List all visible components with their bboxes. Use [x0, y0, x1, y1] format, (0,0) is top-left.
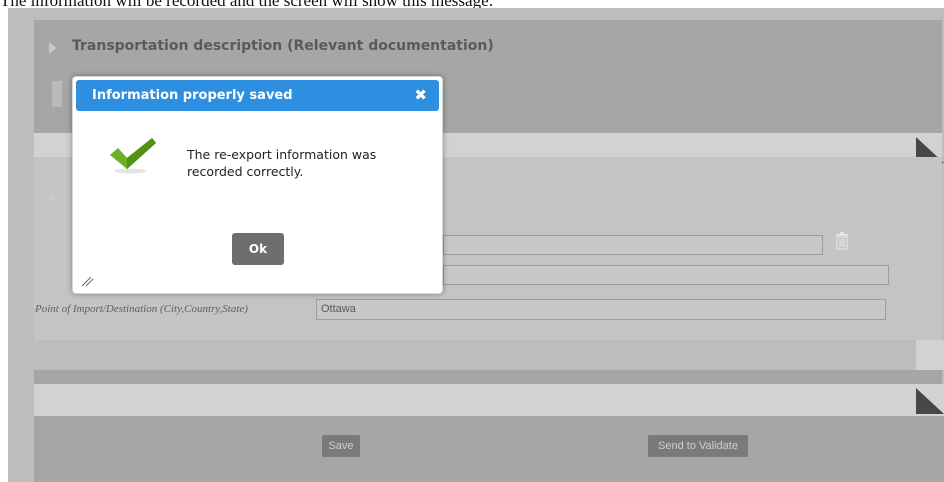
- text-field-2[interactable]: [443, 265, 889, 285]
- check-icon: [110, 138, 156, 174]
- close-icon[interactable]: ✖: [414, 88, 427, 103]
- point-of-import-field[interactable]: Ottawa: [316, 299, 886, 320]
- action-bar: [34, 416, 944, 482]
- section-divider-dark: [34, 370, 942, 384]
- ok-button[interactable]: Ok: [232, 233, 284, 265]
- info-saved-dialog: Information properly saved ✖ The re-expo…: [72, 76, 443, 294]
- expand-arrow-icon[interactable]: [49, 42, 57, 54]
- dialog-header: Information properly saved ✖: [76, 80, 439, 111]
- save-button[interactable]: Save: [322, 435, 360, 457]
- dialog-title: Information properly saved: [92, 88, 293, 103]
- corner-triangle-icon: [916, 388, 944, 414]
- section-divider-strip: [916, 340, 944, 370]
- section-button-stub: [52, 81, 62, 107]
- point-of-import-label: Point of Import/Destination (City,Countr…: [35, 303, 248, 315]
- send-to-validate-button[interactable]: Send to Validate: [648, 435, 748, 457]
- section-divider-strip: [34, 384, 944, 416]
- text-field-1[interactable]: [443, 235, 823, 255]
- trash-icon[interactable]: [835, 232, 849, 250]
- dialog-message: The re-export information was recorded c…: [187, 147, 377, 179]
- expand-arrow-icon[interactable]: [49, 192, 57, 204]
- resize-grip-icon[interactable]: [81, 273, 95, 287]
- section-title-transport: Transportation description (Relevant doc…: [72, 38, 494, 54]
